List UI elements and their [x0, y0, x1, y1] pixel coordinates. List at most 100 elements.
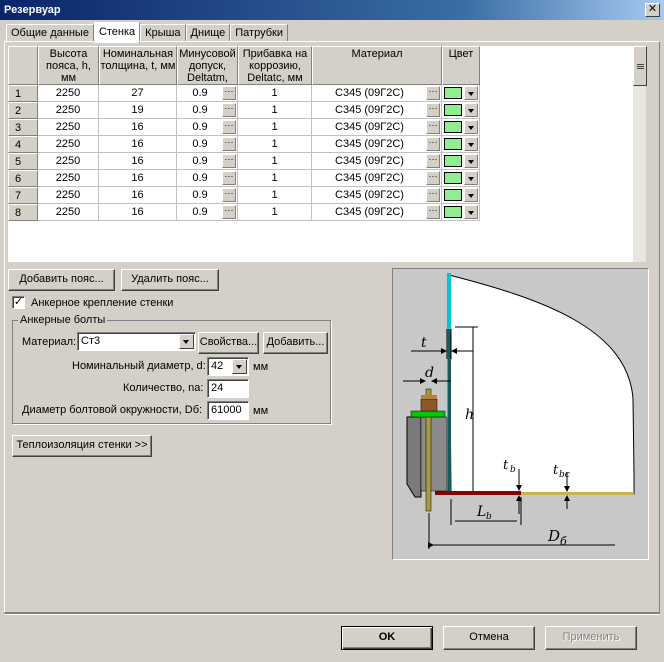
corrosion-cell[interactable]: 1: [238, 204, 312, 221]
color-cell[interactable]: [442, 187, 480, 204]
corrosion-cell[interactable]: 1: [238, 119, 312, 136]
thickness-cell[interactable]: 16: [99, 170, 177, 187]
circle-diameter-input[interactable]: 61000: [207, 401, 249, 420]
ellipsis-button[interactable]: ···: [426, 86, 440, 100]
table-row[interactable]: 7 2250 16 0.9 ··· 1 С345 (09Г2С) ···: [8, 187, 480, 204]
color-cell[interactable]: [442, 136, 480, 153]
corrosion-cell[interactable]: 1: [238, 102, 312, 119]
material-cell[interactable]: С345 (09Г2С) ···: [312, 187, 442, 204]
table-row[interactable]: 1 2250 27 0.9 ··· 1 С345 (09Г2С) ···: [8, 85, 480, 102]
material-cell[interactable]: С345 (09Г2С) ···: [312, 85, 442, 102]
corrosion-cell[interactable]: 1: [238, 187, 312, 204]
color-cell[interactable]: [442, 170, 480, 187]
close-button[interactable]: ✕: [645, 3, 660, 17]
minus-tolerance-cell[interactable]: 0.9 ···: [177, 136, 238, 153]
height-cell[interactable]: 2250: [38, 85, 99, 102]
belts-table[interactable]: Высота пояса, h, мм Номинальная толщина,…: [8, 46, 632, 262]
ellipsis-button[interactable]: ···: [222, 188, 236, 202]
material-cell[interactable]: С345 (09Г2С) ···: [312, 170, 442, 187]
corrosion-cell[interactable]: 1: [238, 136, 312, 153]
material-cell[interactable]: С345 (09Г2С) ···: [312, 204, 442, 221]
properties-button[interactable]: Свойства...: [198, 332, 259, 354]
ellipsis-button[interactable]: ···: [222, 86, 236, 100]
color-cell[interactable]: [442, 85, 480, 102]
cancel-button[interactable]: Отмена: [443, 626, 535, 650]
minus-tolerance-cell[interactable]: 0.9 ···: [177, 119, 238, 136]
chevron-down-icon[interactable]: [464, 103, 478, 117]
ok-button[interactable]: OK: [341, 626, 433, 650]
chevron-down-icon[interactable]: [464, 154, 478, 168]
table-row[interactable]: 3 2250 16 0.9 ··· 1 С345 (09Г2С) ···: [8, 119, 480, 136]
minus-tolerance-cell[interactable]: 0.9 ···: [177, 170, 238, 187]
minus-tolerance-cell[interactable]: 0.9 ···: [177, 187, 238, 204]
ellipsis-button[interactable]: ···: [222, 205, 236, 219]
chevron-down-icon[interactable]: [232, 359, 247, 374]
ellipsis-button[interactable]: ···: [426, 205, 440, 219]
minus-tolerance-cell[interactable]: 0.9 ···: [177, 204, 238, 221]
ellipsis-button[interactable]: ···: [426, 188, 440, 202]
count-input[interactable]: 24: [207, 379, 249, 398]
material-cell[interactable]: С345 (09Г2С) ···: [312, 153, 442, 170]
corrosion-cell[interactable]: 1: [238, 170, 312, 187]
height-cell[interactable]: 2250: [38, 102, 99, 119]
table-row[interactable]: 5 2250 16 0.9 ··· 1 С345 (09Г2С) ···: [8, 153, 480, 170]
tab-bottom[interactable]: Днище: [185, 24, 231, 42]
remove-belt-button[interactable]: Удалить пояс...: [121, 269, 219, 291]
ellipsis-button[interactable]: ···: [426, 103, 440, 117]
thickness-cell[interactable]: 27: [99, 85, 177, 102]
table-scrollbar[interactable]: [632, 46, 647, 262]
thickness-cell[interactable]: 16: [99, 187, 177, 204]
material-cell[interactable]: С345 (09Г2С) ···: [312, 102, 442, 119]
thickness-cell[interactable]: 16: [99, 119, 177, 136]
height-cell[interactable]: 2250: [38, 170, 99, 187]
height-cell[interactable]: 2250: [38, 119, 99, 136]
ellipsis-button[interactable]: ···: [426, 120, 440, 134]
thickness-cell[interactable]: 16: [99, 136, 177, 153]
ellipsis-button[interactable]: ···: [222, 137, 236, 151]
chevron-down-icon[interactable]: [464, 171, 478, 185]
chevron-down-icon[interactable]: [179, 334, 194, 349]
ellipsis-button[interactable]: ···: [222, 171, 236, 185]
table-row[interactable]: 4 2250 16 0.9 ··· 1 С345 (09Г2С) ···: [8, 136, 480, 153]
height-cell[interactable]: 2250: [38, 204, 99, 221]
minus-tolerance-cell[interactable]: 0.9 ···: [177, 85, 238, 102]
scrollbar-thumb[interactable]: [633, 46, 647, 86]
ellipsis-button[interactable]: ···: [222, 154, 236, 168]
ellipsis-button[interactable]: ···: [426, 171, 440, 185]
chevron-down-icon[interactable]: [464, 120, 478, 134]
ellipsis-button[interactable]: ···: [222, 120, 236, 134]
add-material-button[interactable]: Добавить...: [263, 332, 328, 354]
thickness-cell[interactable]: 19: [99, 102, 177, 119]
thickness-cell[interactable]: 16: [99, 153, 177, 170]
material-cell[interactable]: С345 (09Г2С) ···: [312, 136, 442, 153]
ellipsis-button[interactable]: ···: [426, 154, 440, 168]
diameter-select[interactable]: 42: [207, 357, 249, 376]
chevron-down-icon[interactable]: [464, 86, 478, 100]
material-select[interactable]: Ст3: [77, 332, 196, 351]
height-cell[interactable]: 2250: [38, 136, 99, 153]
table-row[interactable]: 8 2250 16 0.9 ··· 1 С345 (09Г2С) ···: [8, 204, 480, 221]
minus-tolerance-cell[interactable]: 0.9 ···: [177, 102, 238, 119]
tab-roof[interactable]: Крыша: [140, 24, 186, 42]
insulation-button[interactable]: Теплоизоляция стенки >>: [12, 435, 152, 457]
chevron-down-icon[interactable]: [464, 205, 478, 219]
table-row[interactable]: 2 2250 19 0.9 ··· 1 С345 (09Г2С) ···: [8, 102, 480, 119]
corrosion-cell[interactable]: 1: [238, 153, 312, 170]
color-cell[interactable]: [442, 204, 480, 221]
ellipsis-button[interactable]: ···: [426, 137, 440, 151]
color-cell[interactable]: [442, 102, 480, 119]
tab-nozzles[interactable]: Патрубки: [230, 24, 288, 42]
chevron-down-icon[interactable]: [464, 188, 478, 202]
color-cell[interactable]: [442, 153, 480, 170]
material-cell[interactable]: С345 (09Г2С) ···: [312, 119, 442, 136]
tab-wall[interactable]: Стенка: [93, 22, 141, 43]
add-belt-button[interactable]: Добавить пояс...: [8, 269, 115, 291]
minus-tolerance-cell[interactable]: 0.9 ···: [177, 153, 238, 170]
height-cell[interactable]: 2250: [38, 187, 99, 204]
height-cell[interactable]: 2250: [38, 153, 99, 170]
chevron-down-icon[interactable]: [464, 137, 478, 151]
color-cell[interactable]: [442, 119, 480, 136]
table-row[interactable]: 6 2250 16 0.9 ··· 1 С345 (09Г2С) ···: [8, 170, 480, 187]
thickness-cell[interactable]: 16: [99, 204, 177, 221]
tab-general[interactable]: Общие данные: [6, 24, 94, 42]
